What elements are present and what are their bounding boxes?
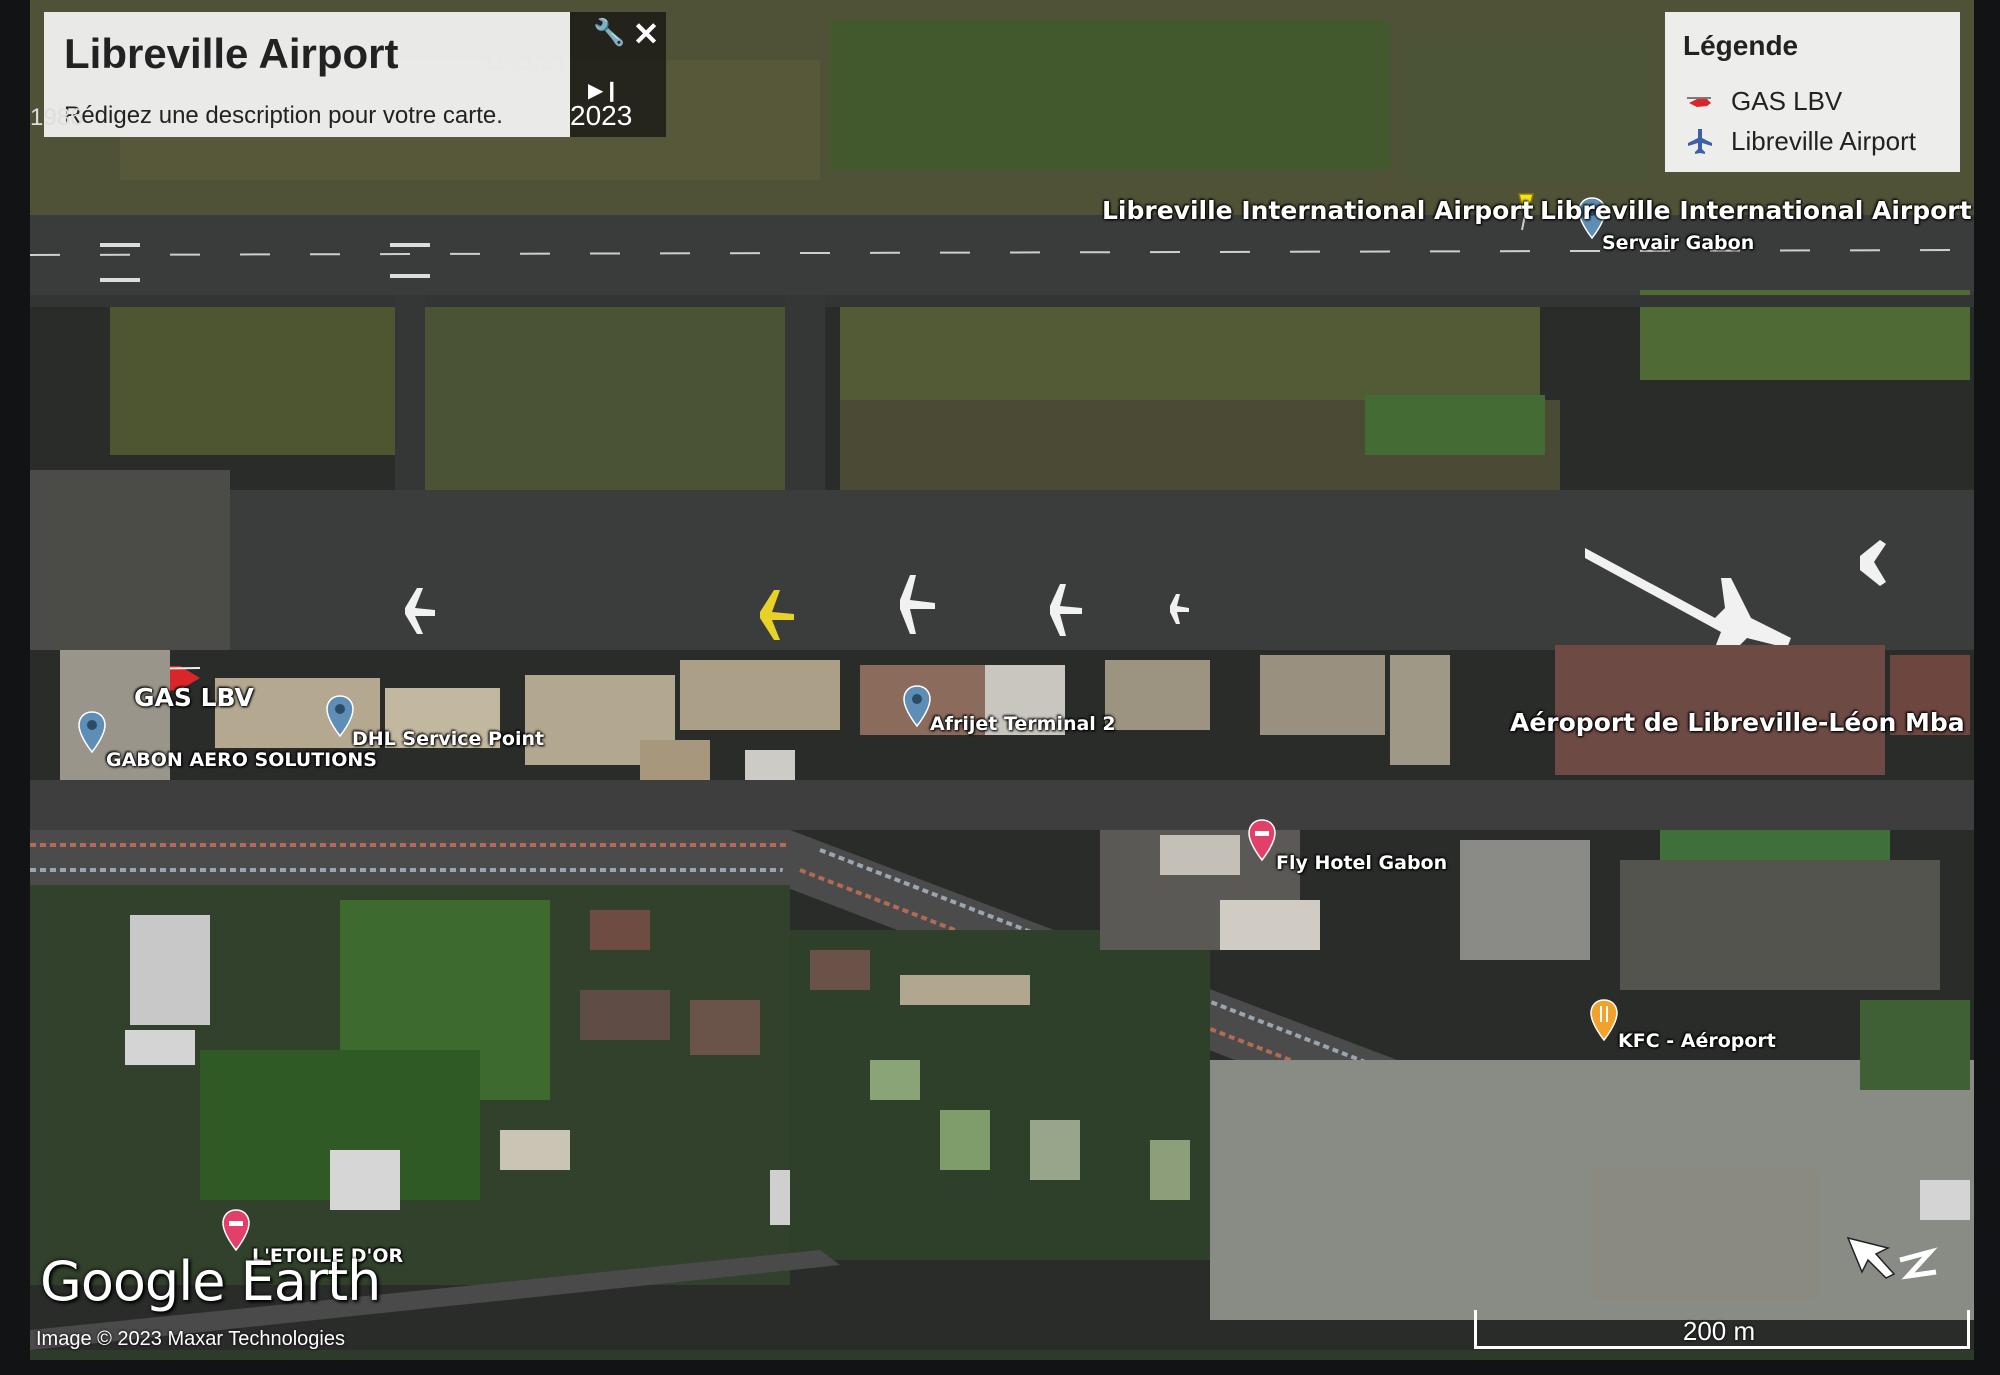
map-label-libreville-international-airport[interactable]: Libreville International Airport <box>1540 196 1972 225</box>
legend-title: Légende <box>1683 30 1799 61</box>
map-label-fly-hotel-gabon[interactable]: Fly Hotel Gabon <box>1276 852 1447 874</box>
airplane-icon <box>1688 129 1712 154</box>
restaurant-pin-icon[interactable] <box>1589 998 1619 1042</box>
timeline-start-date: 1986 <box>30 104 84 131</box>
map-label-servair-gabon[interactable]: Servair Gabon <box>1602 232 1754 254</box>
map-label-gas-lbv[interactable]: GAS LBV <box>134 683 254 712</box>
location-pin-icon[interactable] <box>325 694 355 738</box>
scale-bar-label: 200 m <box>1682 1316 1756 1346</box>
skip-forward-icon[interactable]: ▶❙ <box>588 78 620 102</box>
hotel-pin-icon[interactable] <box>1247 818 1277 862</box>
helicopter-icon <box>1687 97 1711 107</box>
legend-item-gas-lbv[interactable]: GAS LBV <box>1687 84 1842 118</box>
hotel-pin-icon[interactable] <box>221 1208 251 1252</box>
location-pin-icon[interactable] <box>77 710 107 754</box>
map-title: Libreville Airport <box>64 30 399 77</box>
google-earth-logo: Google Earth <box>40 1250 381 1313</box>
map-viewer[interactable]: Libreville International Airport Librevi… <box>0 0 2000 1375</box>
legend-panel: Légende GAS LBV Libreville Airport <box>1665 12 1960 172</box>
north-arrow-icon[interactable] <box>1842 1230 1942 1290</box>
legend-item-libreville-airport[interactable]: Libreville Airport <box>1687 124 1916 158</box>
scale-bar: 200 m <box>1474 1310 1970 1350</box>
timeline-end-date: 2023 <box>570 100 633 131</box>
map-description[interactable]: Rédigez une description pour votre carte… <box>64 102 503 130</box>
map-label-gabon-aero-solutions[interactable]: GABON AERO SOLUTIONS <box>106 749 377 771</box>
timeline-current-date: 11/2021 <box>482 48 567 75</box>
location-pin-icon[interactable] <box>902 684 932 728</box>
legend-item-label: GAS LBV <box>1731 85 1843 116</box>
close-icon[interactable]: ✕ <box>630 15 662 52</box>
map-label-aeroport-de-libreville[interactable]: Aéroport de Libreville-Léon Mba <box>1510 708 1965 737</box>
imagery-credit: Image © 2023 Maxar Technologies <box>36 1328 345 1350</box>
map-label-kfc-aeroport[interactable]: KFC - Aéroport <box>1618 1030 1776 1052</box>
map-label-dhl-service-point[interactable]: DHL Service Point <box>352 728 544 750</box>
map-label-libreville-international-airport[interactable]: Libreville International Airport <box>1102 196 1534 225</box>
map-label-afrijet-terminal-2[interactable]: Afrijet Terminal 2 <box>930 713 1116 735</box>
wrench-icon[interactable]: 🔧 <box>593 17 625 49</box>
legend-item-label: Libreville Airport <box>1731 125 1916 156</box>
